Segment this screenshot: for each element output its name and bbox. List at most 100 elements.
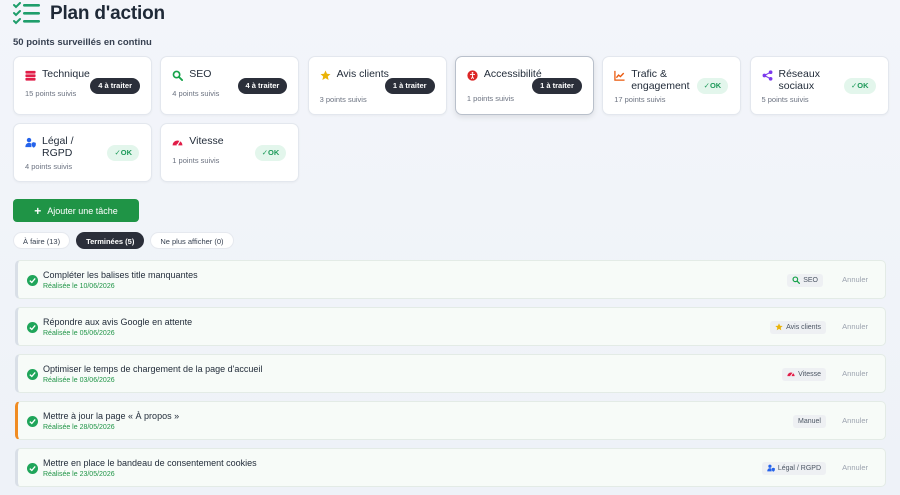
status-label: OK	[268, 148, 280, 157]
task-date: Réalisée le 10/06/2026	[43, 283, 115, 290]
tag-label: Vitesse	[798, 371, 821, 378]
check-circle-icon	[27, 416, 38, 427]
card-title-row: Trafic & engagement	[614, 68, 692, 92]
add-task-label: Ajouter une tâche	[47, 205, 118, 216]
card-points-count: 5 points suivis	[761, 95, 809, 104]
category-card[interactable]: Accessibilité 1 points suivis 1 à traiter	[454, 56, 594, 115]
status-ok-badge: ✓OK	[843, 78, 876, 94]
page-subtitle: 50 points surveillés en continu	[13, 37, 152, 48]
card-points-count: 4 points suivis	[25, 162, 73, 171]
plus-icon: +	[34, 203, 42, 218]
tag-label: Manuel	[798, 418, 821, 425]
filter-tab[interactable]: Terminées (5)	[76, 232, 145, 249]
card-title: Réseaux sociaux	[778, 68, 820, 92]
status-label: OK	[120, 148, 132, 157]
card-title: Trafic & engagement	[631, 68, 690, 92]
task-row: Mettre en place le bandeau de consenteme…	[15, 448, 886, 487]
category-card[interactable]: Vitesse 1 points suivis ✓OK	[160, 123, 300, 182]
category-card[interactable]: Réseaux sociaux 5 points suivis ✓OK	[749, 56, 889, 115]
task-category-tag: Manuel	[793, 415, 826, 428]
status-todo-badge: 1 à traiter	[532, 78, 582, 94]
card-title: Technique	[42, 68, 90, 80]
page-title: Plan d'action	[50, 3, 165, 24]
status-ok-badge: ✓OK	[696, 78, 729, 94]
tag-label: Avis clients	[786, 324, 821, 331]
gauge-icon	[787, 370, 798, 380]
server-icon	[25, 68, 42, 86]
task-date: Réalisée le 28/05/2026	[43, 424, 115, 431]
task-row: Optimiser le temps de chargement de la p…	[15, 354, 886, 393]
status-label: OK	[709, 81, 722, 90]
check-circle-icon	[27, 463, 38, 474]
tag-label: Légal / RGPD	[777, 465, 821, 472]
status-label: 4 à traiter	[245, 81, 280, 90]
page-header: Plan d'action	[13, 0, 165, 28]
check-circle-icon	[27, 275, 38, 286]
task-category-tag: Avis clients	[770, 321, 826, 334]
task-category-tag: SEO	[787, 274, 823, 287]
status-label: 1 à traiter	[392, 81, 427, 90]
category-card[interactable]: Avis clients 3 points suivis 1 à traiter	[307, 56, 447, 115]
task-date: Réalisée le 05/06/2026	[43, 330, 115, 337]
task-title: Répondre aux avis Google en attente	[43, 317, 193, 327]
card-title-row: Légal / RGPD	[25, 135, 103, 159]
undo-button[interactable]: Annuler	[842, 275, 868, 284]
card-points-count: 17 points suivis	[614, 95, 666, 104]
card-points-count: 15 points suivis	[25, 89, 77, 98]
task-row: Répondre aux avis Google en attente Réali…	[15, 307, 886, 346]
undo-button[interactable]: Annuler	[842, 369, 868, 378]
search-icon	[172, 68, 189, 86]
category-card[interactable]: SEO 4 points suivis 4 à traiter	[160, 56, 300, 115]
add-task-button[interactable]: + Ajouter une tâche	[13, 199, 139, 222]
card-title: Légal / RGPD	[42, 135, 74, 159]
filter-tab[interactable]: Ne plus afficher (0)	[150, 232, 234, 249]
task-title: Mettre à jour la page « À propos »	[43, 411, 180, 421]
undo-button[interactable]: Annuler	[842, 463, 868, 472]
status-todo-badge: 4 à traiter	[237, 78, 288, 94]
tag-label: SEO	[803, 277, 818, 284]
task-date: Réalisée le 03/06/2026	[43, 377, 115, 384]
status-label: 1 à traiter	[540, 81, 574, 90]
undo-button[interactable]: Annuler	[842, 322, 868, 331]
task-row: Mettre à jour la page « À propos » Réalis…	[15, 401, 886, 440]
card-title: Vitesse	[189, 135, 224, 147]
category-card[interactable]: Légal / RGPD 4 points suivis ✓OK	[13, 123, 152, 182]
undo-button[interactable]: Annuler	[842, 416, 868, 425]
check-circle-icon	[27, 322, 38, 333]
task-category-tag: Vitesse	[782, 368, 826, 381]
status-label: 4 à traiter	[98, 81, 132, 90]
star-icon	[775, 322, 786, 333]
card-title: Accessibilité	[483, 68, 542, 80]
card-title-row: Vitesse	[172, 135, 250, 153]
task-title: Mettre en place le bandeau de consenteme…	[43, 458, 257, 468]
gauge-icon	[172, 135, 189, 153]
card-points-count: 1 points suivis	[172, 156, 220, 165]
status-todo-badge: 4 à traiter	[90, 78, 140, 94]
card-points-count: 3 points suivis	[319, 95, 367, 104]
card-title: Avis clients	[336, 68, 389, 80]
filter-tab[interactable]: À faire (13)	[13, 232, 71, 249]
status-todo-badge: 1 à traiter	[384, 78, 435, 94]
task-title: Optimiser le temps de chargement de la p…	[43, 364, 263, 374]
task-title: Compléter les balises title manquantes	[43, 270, 198, 280]
status-label: OK	[857, 81, 869, 90]
card-points-count: 1 points suivis	[466, 94, 514, 103]
chart-line-icon	[614, 68, 631, 86]
accessibility-icon	[467, 68, 484, 86]
task-category-tag: Légal / RGPD	[761, 462, 826, 475]
task-date: Réalisée le 23/05/2026	[43, 471, 115, 478]
task-row: Compléter les balises title manquantes Ré…	[15, 260, 886, 299]
share-icon	[762, 68, 779, 86]
star-icon	[320, 68, 337, 86]
user-shield-icon	[767, 464, 778, 474]
status-ok-badge: ✓OK	[107, 145, 139, 161]
search-icon	[792, 275, 803, 286]
category-card[interactable]: Technique 15 points suivis 4 à traiter	[13, 56, 152, 115]
category-card[interactable]: Trafic & engagement 17 points suivis ✓OK	[602, 56, 742, 115]
card-title: SEO	[189, 68, 212, 80]
task-filter-tabs: À faire (13) Terminées (5) Ne plus affiche…	[13, 232, 240, 249]
check-circle-icon	[27, 369, 38, 380]
status-ok-badge: ✓OK	[254, 145, 287, 161]
checklist-icon	[13, 2, 40, 25]
card-title-row: Réseaux sociaux	[762, 68, 840, 92]
